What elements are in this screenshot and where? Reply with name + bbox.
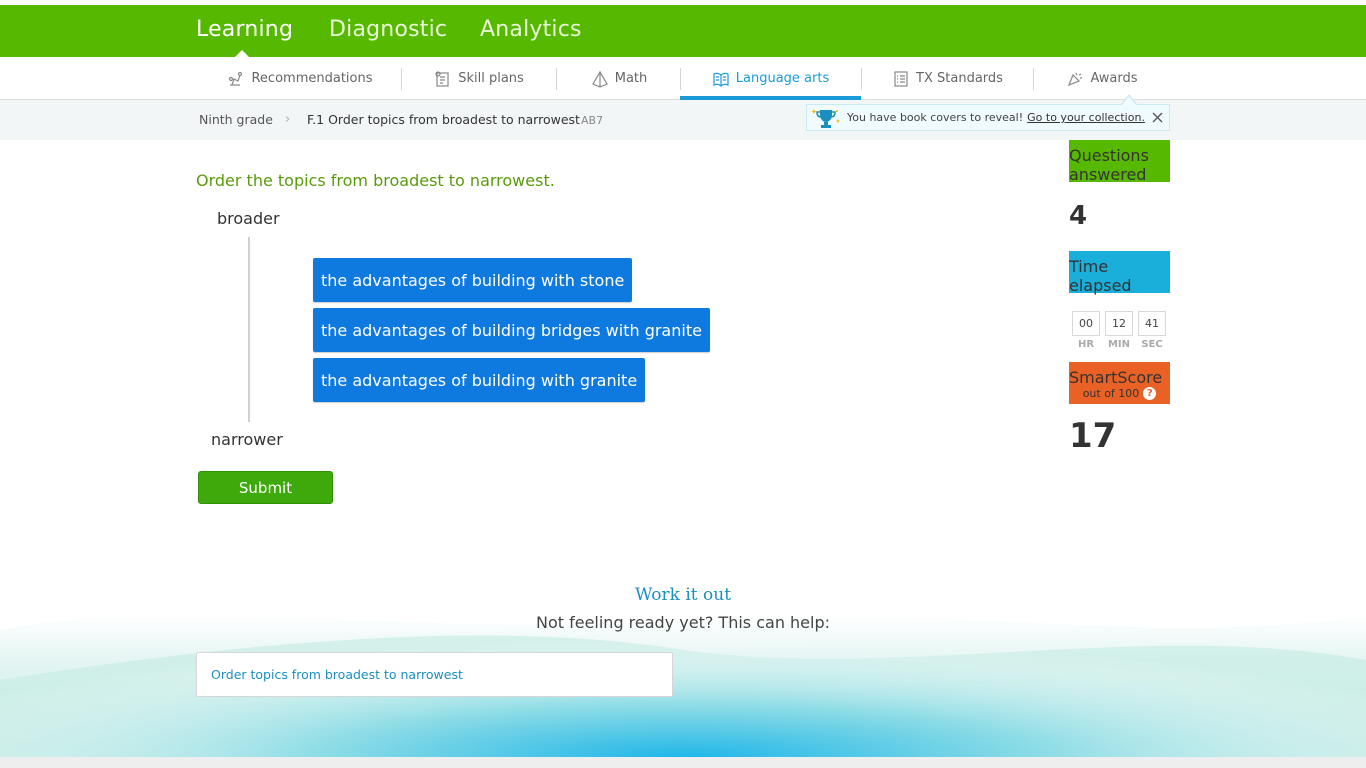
- sortable-tile[interactable]: the advantages of building bridges with …: [313, 308, 710, 352]
- sortable-tile[interactable]: the advantages of building with granite: [313, 358, 646, 402]
- time-hours: 00: [1072, 311, 1100, 336]
- breadcrumb-skill: F.1 Order topics from broadest to narrow…: [307, 112, 580, 127]
- recommendations-icon: [229, 71, 243, 86]
- close-icon[interactable]: [1150, 110, 1165, 125]
- tab-recommendations-label: Recommendations: [251, 71, 373, 86]
- tab-tx-standards-label: TX Standards: [916, 71, 1003, 86]
- time-elapsed-box: 00 12 41 HR MIN SEC: [1069, 293, 1170, 362]
- help-link-box: Order topics from broadest to narrowest: [196, 652, 673, 697]
- smartscore-title: SmartScore: [1069, 368, 1163, 387]
- tab-divider: [1033, 68, 1034, 90]
- smartscore-subtitle-text: out of 100: [1082, 387, 1140, 400]
- time-seconds: 41: [1138, 311, 1166, 336]
- tab-awards-label: Awards: [1090, 71, 1138, 86]
- tab-math-label: Math: [614, 71, 648, 86]
- trophy-icon: [811, 108, 841, 128]
- smartscore-value: 17: [1069, 416, 1117, 456]
- time-seconds-label: SEC: [1141, 339, 1163, 350]
- bottom-strip: [0, 757, 1366, 768]
- skill-code: AB7: [581, 114, 604, 127]
- tab-skill-plans-label: Skill plans: [458, 71, 524, 86]
- book-icon: [713, 72, 729, 87]
- standards-icon: [894, 70, 908, 87]
- narrower-label: narrower: [211, 430, 283, 449]
- questions-answered-header: Questions answered: [1069, 140, 1170, 184]
- tab-recommendations[interactable]: Recommendations: [222, 57, 378, 100]
- tab-divider: [861, 68, 862, 90]
- math-icon: [591, 70, 608, 88]
- time-minutes-label: MIN: [1107, 339, 1131, 350]
- order-axis-line: [248, 237, 250, 422]
- tab-divider: [556, 68, 557, 90]
- tab-language-arts-label: Language arts: [735, 71, 830, 86]
- help-icon[interactable]: ?: [1143, 387, 1157, 400]
- help-subheading: Not feeling ready yet? This can help:: [535, 613, 831, 632]
- work-it-out-heading: Work it out: [634, 585, 732, 605]
- tab-language-arts[interactable]: Language arts: [680, 57, 861, 100]
- time-minutes: 12: [1105, 311, 1133, 336]
- breadcrumb-grade[interactable]: Ninth grade: [199, 112, 273, 127]
- smartscore-subtitle: out of 100 ?: [1069, 387, 1170, 400]
- tab-divider: [401, 68, 402, 90]
- help-skill-link[interactable]: Order topics from broadest to narrowest: [211, 667, 463, 682]
- submit-button[interactable]: Submit: [198, 471, 333, 504]
- questions-answered-value: 4: [1069, 201, 1088, 231]
- collection-link[interactable]: Go to your collection.: [1027, 111, 1145, 124]
- tab-math[interactable]: Math: [580, 57, 658, 100]
- question-prompt: Order the topics from broadest to narrow…: [196, 171, 555, 190]
- nav-learning[interactable]: Learning: [196, 17, 293, 42]
- sub-nav: Recommendations Skill plans Math Languag…: [0, 57, 1366, 100]
- smartscore-header: SmartScore out of 100 ?: [1069, 362, 1170, 404]
- nav-diagnostic[interactable]: Diagnostic: [329, 17, 447, 42]
- collection-notice: You have book covers to reveal! Go to yo…: [806, 104, 1170, 131]
- nav-analytics[interactable]: Analytics: [480, 17, 582, 42]
- sortable-tile[interactable]: the advantages of building with stone: [313, 258, 633, 302]
- notice-caret-inner: [1122, 96, 1136, 105]
- notice-text: You have book covers to reveal!: [847, 111, 1024, 124]
- time-hours-label: HR: [1077, 339, 1095, 350]
- time-elapsed-header: Time elapsed: [1069, 251, 1170, 295]
- active-nav-caret: [235, 50, 249, 57]
- awards-icon: [1068, 72, 1083, 86]
- broader-label: broader: [217, 209, 280, 228]
- top-nav: Learning Diagnostic Analytics: [0, 5, 1366, 57]
- skill-plans-icon: [435, 70, 449, 87]
- tab-skill-plans[interactable]: Skill plans: [425, 57, 533, 100]
- chevron-right-icon: ›: [285, 112, 291, 127]
- tab-tx-standards[interactable]: TX Standards: [885, 57, 1010, 100]
